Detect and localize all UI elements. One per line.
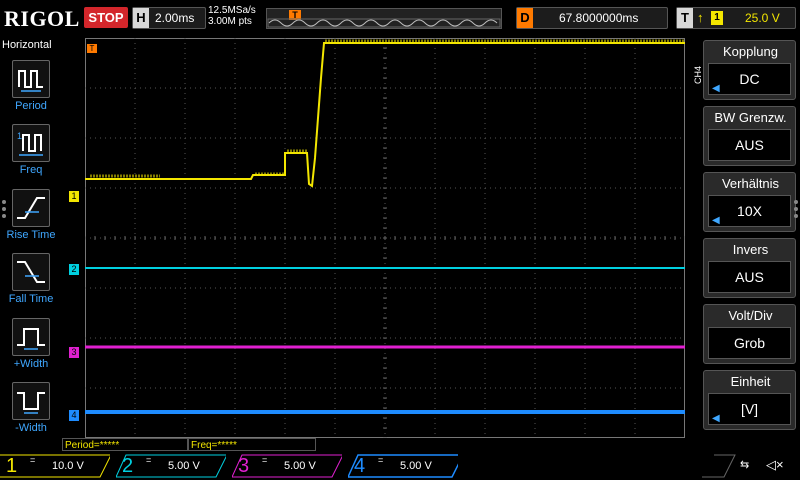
- memory-overview-wave: [267, 18, 501, 28]
- usb-icon: ⇆: [740, 459, 750, 471]
- unit-title: Einheit: [730, 374, 771, 389]
- channel-2-number: 2: [122, 455, 134, 477]
- channel-menu-panel: Kopplung ◀ DC BW Grenzw. AUS Verhältnis …: [703, 38, 800, 450]
- measurement-strip: Period=***** Freq=*****: [62, 438, 702, 452]
- volts-div-menu-item[interactable]: Volt/Div Grob: [703, 304, 796, 364]
- freq-measurement[interactable]: Freq=*****: [188, 438, 316, 451]
- invert-value: AUS: [708, 261, 791, 293]
- fall-time-label: Fall Time: [8, 293, 54, 305]
- trigger-display[interactable]: T ↑ 1 25.0 V: [676, 7, 796, 29]
- measure-fall-time-button[interactable]: Fall Time: [0, 253, 62, 305]
- acquisition-info: 12.5MSa/s 3.00M pts: [208, 5, 256, 27]
- delay-letter: D: [517, 8, 533, 28]
- timebase-display[interactable]: H 2.00ms: [132, 7, 206, 29]
- probe-ratio-menu-item[interactable]: Verhältnis ◀ 10X: [703, 172, 796, 232]
- invert-title: Invers: [732, 242, 769, 257]
- bottom-bar-divider: [702, 454, 736, 478]
- dc-coupling-icon: =: [146, 455, 152, 465]
- volts-div-value: Grob: [708, 327, 791, 359]
- channel-3-marker[interactable]: 3: [69, 347, 79, 358]
- channel-4-status[interactable]: 4 = 5.00 V: [348, 454, 464, 478]
- measure-menu-panel: Horizontal Period 1 Freq Rise Time Fall …: [0, 38, 62, 450]
- memory-position-bar[interactable]: T: [266, 8, 502, 29]
- channel-2-scale: 5.00 V: [168, 460, 200, 472]
- channel-4-scale: 5.00 V: [400, 460, 432, 472]
- delay-display[interactable]: D 67.8000000ms: [516, 7, 668, 29]
- knob-arrow-icon: ◀: [712, 215, 720, 226]
- trigger-letter: T: [677, 8, 693, 28]
- period-label: Period: [15, 100, 47, 112]
- channel-3-scale: 5.00 V: [284, 460, 316, 472]
- channel-status-bar: 1 = 10.0 V 2 = 5.00 V 3 = 5.00 V 4 = 5.0…: [0, 452, 800, 480]
- knob-arrow-icon: ◀: [712, 83, 720, 94]
- invert-menu-item[interactable]: Invers AUS: [703, 238, 796, 298]
- channel-1-status[interactable]: 1 = 10.0 V: [0, 454, 112, 478]
- unit-value: ◀ [V]: [708, 393, 791, 425]
- measure-period-button[interactable]: Period: [0, 60, 62, 112]
- channel-3-number: 3: [238, 455, 250, 477]
- speaker-muted-icon[interactable]: ◁×: [766, 457, 784, 473]
- channel-2-marker[interactable]: 2: [69, 264, 79, 275]
- unit-menu-item[interactable]: Einheit ◀ [V]: [703, 370, 796, 430]
- dc-coupling-icon: =: [262, 455, 268, 465]
- positive-width-icon: [12, 318, 50, 356]
- bandwidth-limit-menu-item[interactable]: BW Grenzw. AUS: [703, 106, 796, 166]
- positive-width-label: +Width: [13, 358, 49, 370]
- measure-positive-width-button[interactable]: +Width: [0, 318, 62, 370]
- channel-1-marker[interactable]: 1: [69, 191, 79, 202]
- svg-text:1: 1: [17, 131, 22, 141]
- bandwidth-limit-value: AUS: [708, 129, 791, 161]
- rise-time-icon: [12, 189, 50, 227]
- right-panel-channel-label: CH4: [693, 65, 704, 85]
- rigol-logo: RIGOL: [4, 6, 80, 31]
- probe-ratio-value: ◀ 10X: [708, 195, 791, 227]
- left-panel-title: Horizontal: [2, 39, 52, 51]
- channel-2-status[interactable]: 2 = 5.00 V: [116, 454, 228, 478]
- waveform-display[interactable]: [85, 38, 685, 438]
- channel-3-status[interactable]: 3 = 5.00 V: [232, 454, 344, 478]
- coupling-menu-item[interactable]: Kopplung ◀ DC: [703, 40, 796, 100]
- channel-4-marker[interactable]: 4: [69, 410, 79, 421]
- measure-freq-button[interactable]: 1 Freq: [0, 124, 62, 176]
- coupling-value: ◀ DC: [708, 63, 791, 95]
- right-menu-page-dots: [794, 200, 798, 221]
- negative-width-icon: [12, 382, 50, 420]
- channel-4-number: 4: [354, 455, 366, 477]
- fall-time-icon: [12, 253, 50, 291]
- rising-edge-icon: ↑: [697, 10, 704, 25]
- top-status-bar: RIGOL STOP H 2.00ms 12.5MSa/s 3.00M pts …: [0, 0, 800, 38]
- delay-value: 67.8000000ms: [559, 11, 639, 25]
- channel-1-scale: 10.0 V: [52, 460, 84, 472]
- timebase-value: 2.00ms: [155, 11, 195, 25]
- left-menu-page-dots: [2, 200, 6, 221]
- trigger-level-marker[interactable]: T: [87, 44, 97, 53]
- dc-coupling-icon: =: [30, 455, 36, 465]
- freq-label: Freq: [19, 164, 43, 176]
- rise-time-label: Rise Time: [6, 229, 56, 241]
- coupling-title: Kopplung: [723, 44, 778, 59]
- channel-1-noise: [90, 39, 685, 178]
- bandwidth-limit-title: BW Grenzw.: [714, 110, 787, 125]
- dc-coupling-icon: =: [378, 455, 384, 465]
- measure-negative-width-button[interactable]: -Width: [0, 382, 62, 434]
- negative-width-label: -Width: [15, 422, 47, 434]
- run-stop-indicator[interactable]: STOP: [84, 7, 128, 28]
- trigger-source: 1: [711, 11, 723, 25]
- probe-ratio-title: Verhältnis: [721, 176, 780, 191]
- horizontal-letter: H: [133, 8, 149, 28]
- knob-arrow-icon: ◀: [712, 413, 720, 424]
- freq-icon: 1: [12, 124, 50, 162]
- period-icon: [12, 60, 50, 98]
- memory-depth: 3.00M pts: [208, 16, 252, 27]
- trigger-level: 25.0 V: [745, 11, 780, 25]
- channel-1-trace: [85, 42, 685, 188]
- channel-1-number: 1: [6, 455, 18, 477]
- volts-div-title: Volt/Div: [728, 308, 773, 323]
- period-measurement[interactable]: Period=*****: [62, 438, 188, 451]
- sample-rate: 12.5MSa/s: [208, 5, 256, 16]
- measure-rise-time-button[interactable]: Rise Time: [0, 189, 62, 241]
- graticule: [85, 38, 685, 438]
